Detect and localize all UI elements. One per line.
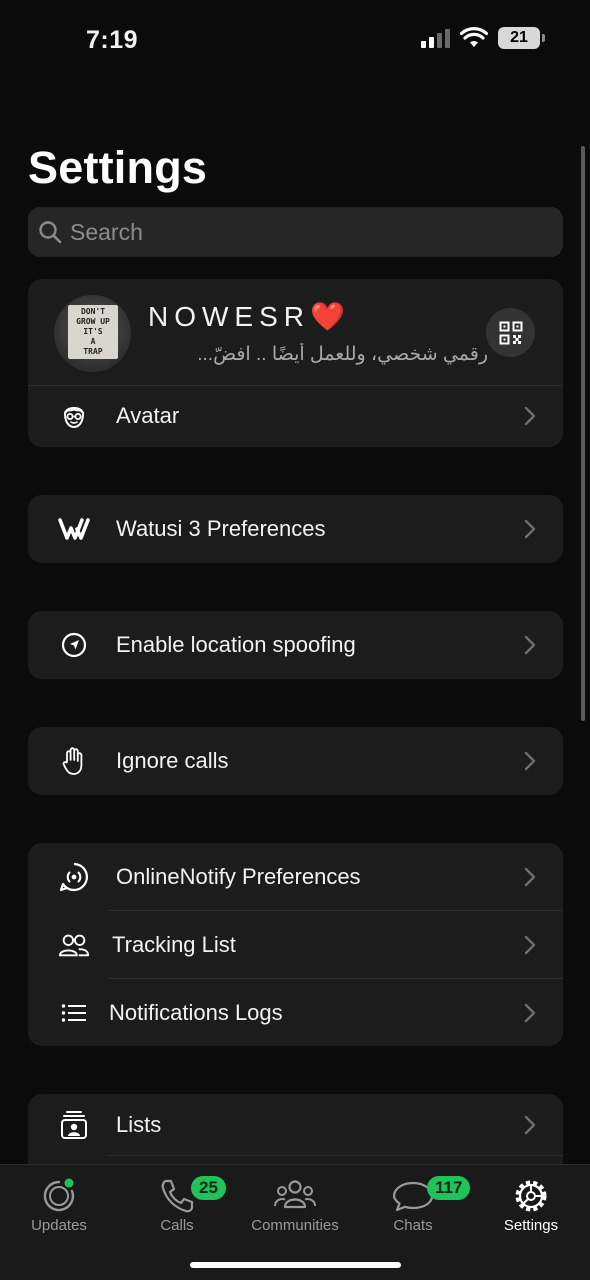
chevron-right-icon xyxy=(524,519,536,539)
communities-icon xyxy=(274,1180,316,1209)
tab-communities[interactable]: Communities xyxy=(236,1173,354,1237)
search-bar[interactable] xyxy=(28,207,563,257)
settings-gear-icon xyxy=(515,1180,547,1212)
broadcast-icon xyxy=(58,861,90,893)
list-icon xyxy=(58,997,90,1029)
ignore-calls-card: Ignore calls xyxy=(28,727,563,795)
tab-settings[interactable]: Settings xyxy=(472,1173,590,1237)
scrollbar[interactable] xyxy=(581,146,585,721)
updates-icon xyxy=(43,1178,75,1212)
online-notify-card: OnlineNotify Preferences Tracking List N… xyxy=(28,843,563,1046)
notifications-logs-label: Notifications Logs xyxy=(109,1000,283,1025)
location-card: Enable location spoofing xyxy=(28,611,563,679)
avatar-row[interactable]: Avatar xyxy=(28,385,563,447)
chevron-right-icon xyxy=(524,406,536,426)
watusi-preferences-row[interactable]: Watusi 3 Preferences xyxy=(28,495,563,563)
tab-chats-label: Chats xyxy=(393,1217,433,1234)
profile-photo[interactable]: DON'T GROW UP IT'S A TRAP xyxy=(54,295,131,372)
tab-communities-label: Communities xyxy=(251,1217,339,1234)
notifications-logs-row[interactable]: Notifications Logs xyxy=(28,979,563,1046)
watusi-preferences-label: Watusi 3 Preferences xyxy=(116,516,326,541)
chevron-right-icon xyxy=(524,867,536,887)
page-title: Settings xyxy=(28,142,208,193)
calls-badge: 25 xyxy=(191,1176,226,1200)
battery-icon: 21 xyxy=(498,27,545,49)
profile-photo-sign: DON'T GROW UP IT'S A TRAP xyxy=(68,305,118,359)
chevron-right-icon xyxy=(524,635,536,655)
tracking-list-row[interactable]: Tracking List xyxy=(28,911,563,979)
qr-code-icon xyxy=(499,321,522,344)
profile-status: رقمي شخصي، وللعمل أيضًا .. افضّ... xyxy=(197,344,488,365)
ignore-calls-row[interactable]: Ignore calls xyxy=(28,727,563,795)
people-icon xyxy=(58,929,90,961)
chevron-right-icon xyxy=(524,751,536,771)
tab-calls-label: Calls xyxy=(160,1217,194,1234)
location-arrow-icon xyxy=(58,629,90,661)
tab-chats[interactable]: 117 Chats xyxy=(354,1173,472,1237)
qr-code-button[interactable] xyxy=(486,308,535,357)
home-indicator[interactable] xyxy=(190,1262,401,1268)
tab-updates-label: Updates xyxy=(31,1217,87,1234)
chevron-right-icon xyxy=(524,935,536,955)
profile-name: NOWESR❤️ xyxy=(148,301,351,332)
search-icon xyxy=(39,221,62,244)
location-spoofing-label: Enable location spoofing xyxy=(116,632,356,657)
watusi-logo-icon xyxy=(58,513,90,545)
lists-label: Lists xyxy=(116,1112,162,1137)
lists-row[interactable]: Lists xyxy=(28,1094,563,1156)
profile-card: DON'T GROW UP IT'S A TRAP NOWESR❤️ رقمي … xyxy=(28,279,563,447)
status-time: 7:19 xyxy=(86,26,139,54)
online-notify-label: OnlineNotify Preferences xyxy=(116,864,361,889)
search-input[interactable] xyxy=(70,218,540,246)
status-icons: 21 xyxy=(421,27,545,49)
contact-list-icon xyxy=(58,1109,90,1141)
location-spoofing-row[interactable]: Enable location spoofing xyxy=(28,611,563,679)
tab-settings-label: Settings xyxy=(503,1217,559,1234)
avatar-label: Avatar xyxy=(116,403,180,428)
chevron-right-icon xyxy=(524,1115,536,1135)
tab-calls[interactable]: 25 Calls xyxy=(118,1173,236,1237)
chevron-right-icon xyxy=(524,1003,536,1023)
settings-screen: 7:19 21 Settings DON'T GROW UP xyxy=(0,0,590,1280)
tab-updates[interactable]: Updates xyxy=(0,1173,118,1237)
cellular-signal-icon xyxy=(421,28,450,48)
divider xyxy=(108,1155,563,1156)
chats-badge: 117 xyxy=(427,1176,471,1200)
ignore-calls-label: Ignore calls xyxy=(116,748,229,773)
battery-level: 21 xyxy=(510,29,528,46)
wifi-icon xyxy=(460,27,488,47)
hand-stop-icon xyxy=(58,745,90,777)
profile-row[interactable]: DON'T GROW UP IT'S A TRAP NOWESR❤️ رقمي … xyxy=(28,279,563,386)
tracking-list-label: Tracking List xyxy=(112,932,236,957)
watusi-card: Watusi 3 Preferences xyxy=(28,495,563,563)
online-notify-row[interactable]: OnlineNotify Preferences xyxy=(28,843,563,911)
avatar-face-icon xyxy=(58,400,90,432)
